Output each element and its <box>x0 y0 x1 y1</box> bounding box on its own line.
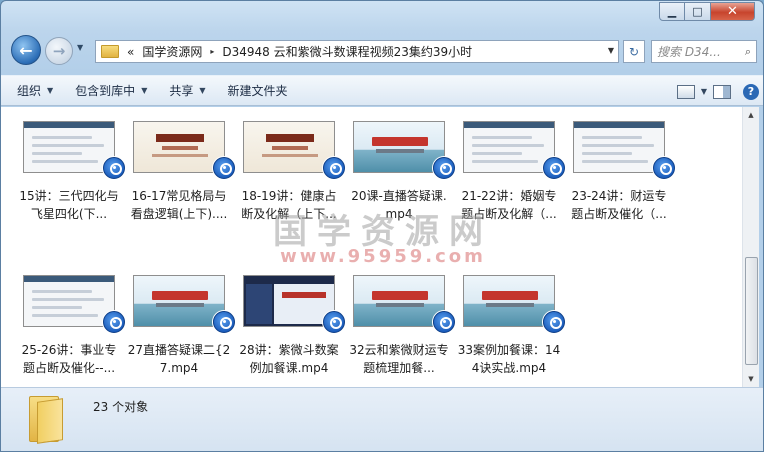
folder-icon <box>29 396 65 444</box>
file-name: 18-19讲：健康占断及化解（上下... <box>241 189 337 221</box>
file-name: 33案例加餐课：144诀实战.mp4 <box>457 343 561 375</box>
forward-arrow-icon: → <box>52 42 66 60</box>
file-name: 16-17常见格局与看盘逻辑(上下).... <box>130 189 228 221</box>
vertical-scrollbar[interactable]: ▲ ▼ <box>742 107 759 387</box>
details-pane: 23 个对象 <box>1 387 763 451</box>
forward-button[interactable]: → <box>45 37 73 65</box>
file-item[interactable]: 18-19讲：健康占断及化解（上下... <box>237 113 345 223</box>
file-name: 27直播答疑课二{27.mp4 <box>127 343 231 375</box>
share-menu[interactable]: 共享 ▼ <box>169 82 205 99</box>
file-name: 21-22讲：婚姻专题占断及化解（... <box>461 189 557 221</box>
file-name: 32云和紫微财运专题梳理加餐... <box>349 343 449 375</box>
breadcrumb-separator[interactable]: ▸ <box>210 47 214 56</box>
recent-pages-button[interactable]: ▼ <box>77 43 83 52</box>
scroll-up-button[interactable]: ▲ <box>743 107 759 123</box>
file-item[interactable]: 33案例加餐课：144诀实战.mp4 <box>457 267 565 377</box>
scroll-down-button[interactable]: ▼ <box>743 371 759 387</box>
file-item[interactable]: 15讲：三代四化与飞星四化(下... <box>17 113 125 223</box>
search-icon: ⌕ <box>744 44 751 58</box>
preview-pane-icon[interactable] <box>713 84 731 99</box>
item-count: 23 个对象 <box>93 400 149 414</box>
media-player-icon <box>213 311 235 333</box>
organize-label: 组织 <box>17 84 42 98</box>
file-name: 28讲：紫微斗数案例加餐课.mp4 <box>239 343 339 375</box>
maximize-button[interactable]: □ <box>685 2 711 21</box>
chevron-down-icon: ▼ <box>141 86 148 95</box>
scrollbar-thumb[interactable] <box>745 257 758 365</box>
file-item[interactable]: 20课-直播答疑课.mp4 <box>347 113 455 223</box>
media-player-icon <box>323 311 345 333</box>
close-button[interactable]: ✕ <box>711 2 755 21</box>
media-player-icon <box>543 157 565 179</box>
video-thumbnail <box>463 275 555 327</box>
view-options-chevron-icon[interactable]: ▼ <box>701 87 707 96</box>
file-item[interactable]: 21-22讲：婚姻专题占断及化解（... <box>457 113 565 223</box>
file-item[interactable]: 27直播答疑课二{27.mp4 <box>127 267 235 377</box>
command-bar: 组织 ▼ 包含到库中 ▼ 共享 ▼ 新建文件夹 ▼ ? <box>1 75 763 107</box>
video-thumbnail <box>133 275 225 327</box>
help-icon[interactable]: ? <box>743 83 759 100</box>
file-item[interactable]: 28讲：紫微斗数案例加餐课.mp4 <box>237 267 345 377</box>
file-item[interactable]: 32云和紫微财运专题梳理加餐... <box>347 267 455 377</box>
navigation-bar: ← → ▼ « 国学资源网 ▸ D34948 云和紫微斗数课程视频23集约39小… <box>1 31 763 71</box>
address-dropdown-button[interactable]: ▼ <box>608 46 614 55</box>
video-thumbnail <box>243 121 335 173</box>
search-input[interactable]: 搜索 D34... ⌕ <box>651 40 757 63</box>
video-thumbnail <box>133 121 225 173</box>
search-placeholder: 搜索 D34... <box>657 45 721 59</box>
caption-buttons: ▁ □ ✕ <box>659 2 755 21</box>
include-in-library-menu[interactable]: 包含到库中 ▼ <box>75 82 147 99</box>
video-thumbnail <box>243 275 335 327</box>
minimize-button[interactable]: ▁ <box>659 2 685 21</box>
breadcrumb-item[interactable]: 国学资源网 <box>142 43 202 60</box>
chevron-down-icon: ▼ <box>47 86 54 95</box>
media-player-icon <box>433 157 455 179</box>
command-bar-right: ▼ ? <box>671 76 763 107</box>
media-player-icon <box>543 311 565 333</box>
breadcrumb-item-current[interactable]: D34948 云和紫微斗数课程视频23集约39小时 <box>222 43 472 60</box>
chevron-down-icon: ▼ <box>199 86 206 95</box>
file-item[interactable]: 23-24讲：财运专题占断及催化（... <box>567 113 675 223</box>
video-thumbnail <box>573 121 665 173</box>
video-thumbnail <box>353 121 445 173</box>
refresh-button[interactable]: ↻ <box>623 40 645 63</box>
media-player-icon <box>433 311 455 333</box>
media-player-icon <box>103 311 125 333</box>
new-folder-button[interactable]: 新建文件夹 <box>228 82 288 99</box>
back-arrow-icon: ← <box>19 40 33 60</box>
back-button[interactable]: ← <box>11 35 41 65</box>
file-list: 15讲：三代四化与飞星四化(下... 16-17常见格局与看盘逻辑(上下)....… <box>1 107 742 387</box>
breadcrumb-overflow[interactable]: « <box>127 45 134 59</box>
video-thumbnail <box>23 275 115 327</box>
file-item[interactable]: 16-17常见格局与看盘逻辑(上下).... <box>127 113 235 223</box>
change-view-icon[interactable] <box>676 84 695 99</box>
media-player-icon <box>103 157 125 179</box>
folder-icon <box>101 45 119 58</box>
organize-menu[interactable]: 组织 ▼ <box>17 82 53 99</box>
video-thumbnail <box>463 121 555 173</box>
include-in-library-label: 包含到库中 <box>75 84 136 98</box>
file-name: 20课-直播答疑课.mp4 <box>351 189 447 221</box>
address-bar[interactable]: « 国学资源网 ▸ D34948 云和紫微斗数课程视频23集约39小时 ▼ <box>95 40 619 63</box>
media-player-icon <box>323 157 345 179</box>
video-thumbnail <box>23 121 115 173</box>
explorer-window: ▁ □ ✕ ← → ▼ « 国学资源网 ▸ D34948 云和紫微斗数课程视频2… <box>0 0 764 452</box>
file-name: 15讲：三代四化与飞星四化(下... <box>19 189 119 221</box>
media-player-icon <box>653 157 675 179</box>
video-thumbnail <box>353 275 445 327</box>
file-item[interactable]: 25-26讲：事业专题占断及催化--... <box>17 267 125 377</box>
media-player-icon <box>213 157 235 179</box>
share-label: 共享 <box>169 84 194 98</box>
file-name: 25-26讲：事业专题占断及催化--... <box>21 343 117 375</box>
file-name: 23-24讲：财运专题占断及催化（... <box>571 189 667 221</box>
refresh-icon: ↻ <box>628 44 640 59</box>
